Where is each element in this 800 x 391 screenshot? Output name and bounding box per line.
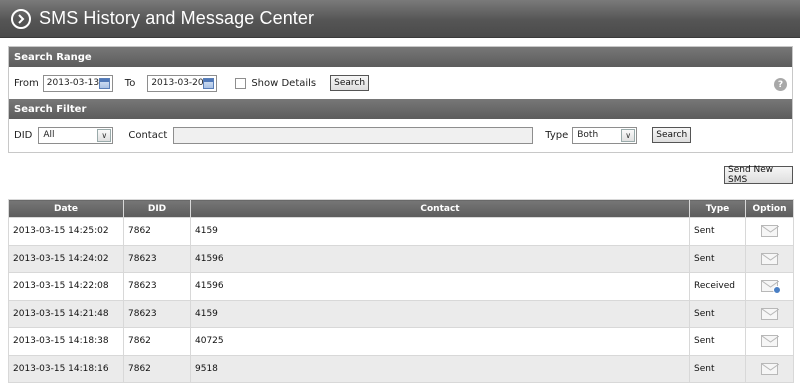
search-range-row: From 2013-03-13 To 2013-03-20 Show Detai… (9, 68, 792, 98)
to-date-field[interactable]: 2013-03-20 (147, 74, 218, 92)
cell-date: 2013-03-15 14:24:02 (8, 244, 124, 273)
column-header-contact[interactable]: Contact (190, 199, 690, 218)
cell-option (745, 354, 794, 383)
cell-type: Received (689, 272, 746, 301)
cell-contact: 4159 (190, 217, 690, 246)
type-select-value: Both (577, 130, 599, 140)
cell-did: 78623 (123, 299, 191, 328)
from-date-value: 2013-03-13 (46, 78, 100, 88)
envelope-icon[interactable] (761, 362, 779, 375)
contact-input[interactable] (173, 126, 534, 144)
show-details-label: Show Details (251, 77, 317, 89)
cell-option (745, 217, 794, 246)
cell-contact: 40725 (190, 327, 690, 356)
cell-date: 2013-03-15 14:18:38 (8, 327, 124, 356)
type-select[interactable]: Both ∨ (572, 126, 638, 144)
table-row: 2013-03-15 14:21:48 78623 4159 Sent (8, 299, 794, 328)
cell-option (745, 299, 794, 328)
cell-type: Sent (689, 354, 746, 383)
table-row: 2013-03-15 14:18:16 7862 9518 Sent (8, 354, 794, 383)
cell-option (745, 244, 794, 273)
search-range-button[interactable]: Search (330, 75, 370, 91)
cell-did: 7862 (123, 217, 191, 246)
to-label: To (124, 77, 136, 89)
chevron-down-icon[interactable]: ∨ (97, 128, 112, 142)
table-row: 2013-03-15 14:24:02 78623 41596 Sent (8, 244, 794, 273)
column-header-did[interactable]: DID (123, 199, 191, 218)
envelope-reply-icon[interactable] (761, 280, 781, 295)
search-filter-row: DID All ∨ Contact Type Both ∨ Search (9, 120, 792, 150)
cell-contact: 9518 (190, 354, 690, 383)
cell-did: 7862 (123, 327, 191, 356)
contact-label: Contact (128, 129, 168, 141)
column-header-date[interactable]: Date (8, 199, 124, 218)
calendar-icon[interactable] (98, 77, 110, 89)
cell-contact: 41596 (190, 244, 690, 273)
from-date-field[interactable]: 2013-03-13 (42, 74, 113, 92)
table-row: 2013-03-15 14:25:02 7862 4159 Sent (8, 217, 794, 246)
cell-contact: 4159 (190, 299, 690, 328)
cell-option (745, 272, 794, 301)
envelope-icon[interactable] (761, 307, 779, 320)
table-header-row: Date DID Contact Type Option (8, 199, 794, 218)
from-label: From (14, 77, 39, 89)
column-header-option: Option (745, 199, 794, 218)
envelope-icon[interactable] (761, 225, 779, 238)
cell-did: 78623 (123, 244, 191, 273)
envelope-icon[interactable] (761, 252, 779, 265)
calendar-icon[interactable] (203, 77, 215, 89)
chevron-right-circle-icon (11, 8, 31, 29)
search-filter-button[interactable]: Search (652, 127, 692, 143)
table-row: 2013-03-15 14:22:08 78623 41596 Received (8, 272, 794, 301)
did-select-value: All (43, 130, 55, 140)
envelope-icon[interactable] (761, 335, 779, 348)
column-header-type[interactable]: Type (689, 199, 746, 218)
to-date-value: 2013-03-20 (151, 78, 204, 88)
did-label: DID (14, 129, 33, 141)
sms-history-table: Date DID Contact Type Option 2013-03-15 … (8, 199, 794, 383)
cell-type: Sent (689, 327, 746, 356)
cell-date: 2013-03-15 14:22:08 (8, 272, 124, 301)
chevron-down-icon[interactable]: ∨ (621, 128, 636, 142)
page-header: SMS History and Message Center (0, 0, 800, 38)
search-filter-heading: Search Filter (9, 99, 792, 119)
type-label: Type (545, 129, 569, 141)
cell-option (745, 327, 794, 356)
cell-did: 7862 (123, 354, 191, 383)
did-select[interactable]: All ∨ (38, 126, 114, 144)
cell-type: Sent (689, 244, 746, 273)
help-icon[interactable]: ? (774, 78, 787, 91)
cell-type: Sent (689, 299, 746, 328)
table-row: 2013-03-15 14:18:38 7862 40725 Sent (8, 327, 794, 356)
show-details-checkbox[interactable] (235, 77, 247, 89)
cell-date: 2013-03-15 14:25:02 (8, 217, 124, 246)
page-title: SMS History and Message Center (39, 8, 315, 28)
search-range-heading: Search Range (9, 47, 792, 67)
cell-type: Sent (689, 217, 746, 246)
send-new-sms-button[interactable]: Send New SMS (724, 165, 793, 185)
cell-contact: 41596 (190, 272, 690, 301)
cell-date: 2013-03-15 14:18:16 (8, 354, 124, 383)
cell-date: 2013-03-15 14:21:48 (8, 299, 124, 328)
search-panel: Search Range From 2013-03-13 To 2013-03-… (8, 46, 793, 153)
cell-did: 78623 (123, 272, 191, 301)
